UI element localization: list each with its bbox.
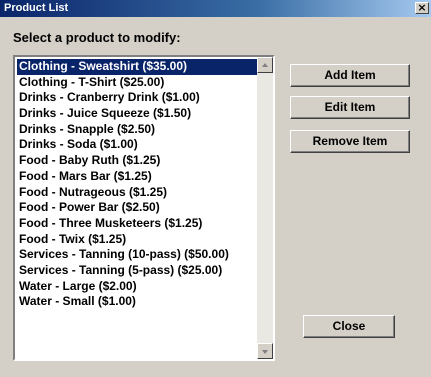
product-list[interactable]: Clothing - Sweatshirt ($35.00) Clothing -… xyxy=(17,59,257,310)
list-item[interactable]: Services - Tanning (5-pass) ($25.00) xyxy=(17,263,257,279)
product-listbox[interactable]: Clothing - Sweatshirt ($35.00) Clothing -… xyxy=(13,55,275,361)
scroll-down-button[interactable] xyxy=(257,343,273,359)
list-item[interactable]: Drinks - Cranberry Drink ($1.00) xyxy=(17,90,257,106)
list-item[interactable]: Food - Power Bar ($2.50) xyxy=(17,200,257,216)
list-item[interactable]: Water - Small ($1.00) xyxy=(17,294,257,310)
list-item[interactable]: Food - Mars Bar ($1.25) xyxy=(17,169,257,185)
product-list-dialog: Product List × Select a product to modif… xyxy=(0,0,431,377)
list-item[interactable]: Drinks - Juice Squeeze ($1.50) xyxy=(17,106,257,122)
list-item[interactable]: Clothing - T-Shirt ($25.00) xyxy=(17,75,257,91)
close-button[interactable]: Close xyxy=(303,315,395,338)
list-item[interactable]: Food - Nutrageous ($1.25) xyxy=(17,185,257,201)
list-item[interactable]: Drinks - Soda ($1.00) xyxy=(17,137,257,153)
remove-item-button[interactable]: Remove Item xyxy=(290,130,410,153)
title-bar[interactable]: Product List × xyxy=(0,0,431,17)
scroll-down-icon xyxy=(262,350,268,354)
window-title: Product List xyxy=(4,2,69,14)
listbox-scrollbar[interactable] xyxy=(257,57,273,359)
scroll-up-icon xyxy=(262,63,268,67)
list-item[interactable]: Food - Baby Ruth ($1.25) xyxy=(17,153,257,169)
list-item[interactable]: Food - Twix ($1.25) xyxy=(17,232,257,248)
window-close-button[interactable]: × xyxy=(415,2,429,14)
list-item[interactable]: Food - Three Musketeers ($1.25) xyxy=(17,216,257,232)
list-item[interactable]: Drinks - Snapple ($2.50) xyxy=(17,122,257,138)
edit-item-button[interactable]: Edit Item xyxy=(290,96,410,119)
list-item[interactable]: Clothing - Sweatshirt ($35.00) xyxy=(17,59,257,75)
list-item[interactable]: Water - Large ($2.00) xyxy=(17,279,257,295)
add-item-button[interactable]: Add Item xyxy=(290,64,410,87)
list-item[interactable]: Services - Tanning (10-pass) ($50.00) xyxy=(17,247,257,263)
select-product-label: Select a product to modify: xyxy=(13,30,181,45)
scroll-up-button[interactable] xyxy=(257,57,273,73)
